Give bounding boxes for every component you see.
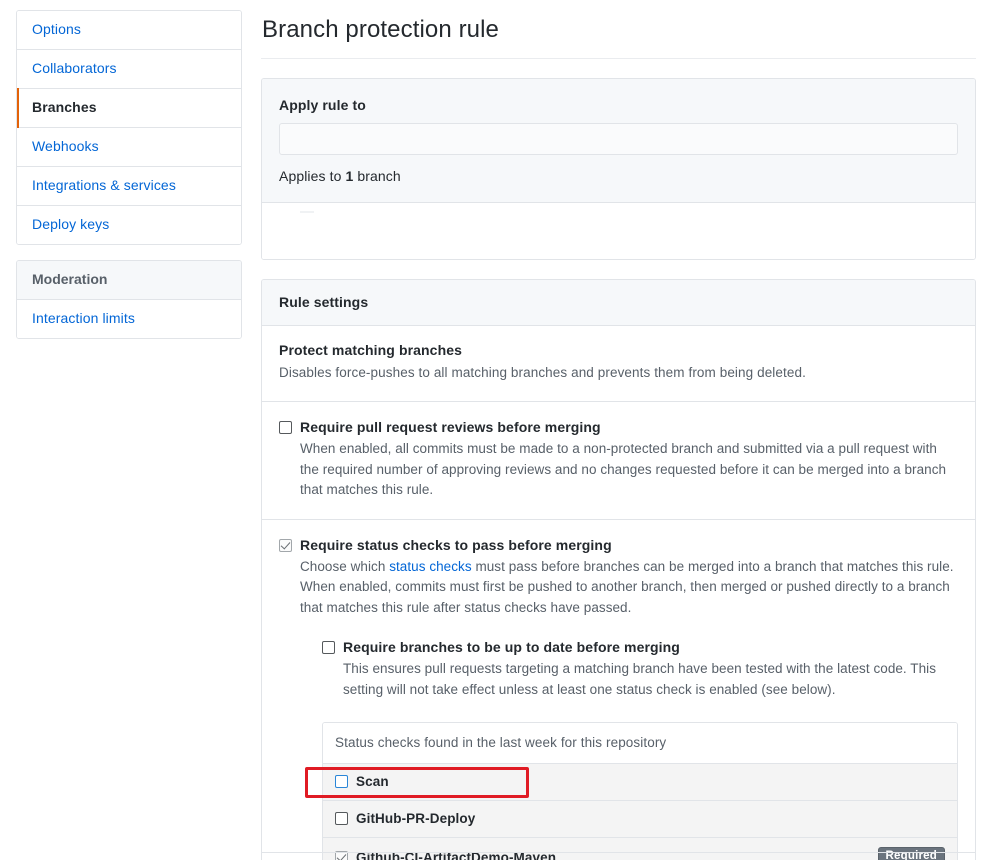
status-checks-list-header: Status checks found in the last week for… bbox=[323, 723, 957, 764]
status-check-row-github-pr-deploy[interactable]: GitHub-PR-Deploy bbox=[323, 801, 957, 838]
status-checks-desc-part1: Choose which bbox=[300, 559, 389, 574]
require-pull-request-reviews-content: Require pull request reviews before merg… bbox=[300, 418, 958, 501]
page-title: Branch protection rule bbox=[261, 0, 976, 59]
status-check-name-scan: Scan bbox=[356, 774, 389, 789]
sidebar-item-deploy-keys[interactable]: Deploy keys bbox=[17, 206, 241, 244]
sidebar-item-integrations-services[interactable]: Integrations & services bbox=[17, 167, 241, 206]
settings-sidebar: Options Collaborators Branches Webhooks … bbox=[16, 10, 242, 339]
require-pull-request-reviews-description: When enabled, all commits must be made t… bbox=[300, 439, 958, 501]
require-branches-up-to-date-checkbox[interactable] bbox=[322, 641, 335, 654]
require-status-checks-checkbox[interactable] bbox=[279, 539, 292, 552]
sidebar-group-repository: Options Collaborators Branches Webhooks … bbox=[16, 10, 242, 245]
sidebar-item-branches[interactable]: Branches bbox=[17, 89, 241, 128]
require-pull-request-reviews-label[interactable]: Require pull request reviews before merg… bbox=[300, 418, 958, 437]
sidebar-group-moderation: Moderation Interaction limits bbox=[16, 260, 242, 339]
require-branches-up-to-date-content: Require branches to be up to date before… bbox=[343, 638, 958, 700]
require-status-checks-description: Choose which status checks must pass bef… bbox=[300, 557, 958, 619]
require-status-checks-content: Require status checks to pass before mer… bbox=[300, 536, 958, 860]
status-badge-required[interactable]: Required bbox=[878, 847, 945, 860]
apply-rule-panel: Apply rule to Applies to 1 branch bbox=[261, 78, 976, 260]
sidebar-item-interaction-limits[interactable]: Interaction limits bbox=[17, 300, 241, 338]
faint-artifact bbox=[300, 211, 314, 213]
require-status-checks-label[interactable]: Require status checks to pass before mer… bbox=[300, 536, 958, 555]
require-branches-up-to-date-row[interactable]: Require branches to be up to date before… bbox=[322, 638, 958, 700]
apply-rule-title: Apply rule to bbox=[279, 97, 958, 113]
require-pull-request-reviews-checkbox[interactable] bbox=[279, 421, 292, 434]
status-checks-list: Status checks found in the last week for… bbox=[322, 722, 958, 860]
main-content: Branch protection rule Apply rule to App… bbox=[261, 0, 976, 860]
require-branches-up-to-date-description: This ensures pull requests targeting a m… bbox=[343, 659, 958, 700]
status-check-checkbox-github-pr-deploy[interactable] bbox=[335, 812, 348, 825]
status-check-name-github-pr-deploy: GitHub-PR-Deploy bbox=[356, 811, 475, 826]
apply-rule-body bbox=[262, 203, 975, 259]
sidebar-item-collaborators[interactable]: Collaborators bbox=[17, 50, 241, 89]
status-check-checkbox-scan[interactable] bbox=[335, 775, 348, 788]
sidebar-group-heading-moderation: Moderation bbox=[17, 261, 241, 300]
protect-matching-branches-section: Protect matching branches Disables force… bbox=[262, 326, 975, 402]
require-status-checks-row[interactable]: Require status checks to pass before mer… bbox=[279, 536, 958, 860]
rule-settings-header: Rule settings bbox=[262, 280, 975, 326]
branch-name-pattern-input[interactable] bbox=[279, 123, 958, 155]
rule-settings-title: Rule settings bbox=[279, 294, 958, 310]
require-pull-request-reviews-row[interactable]: Require pull request reviews before merg… bbox=[279, 418, 958, 501]
protect-matching-branches-description: Disables force-pushes to all matching br… bbox=[279, 363, 958, 383]
status-check-row-github-ci-artifactdemo-maven[interactable]: Github-CI-ArtifactDemo-Maven Required bbox=[323, 838, 957, 860]
settings-page: Options Collaborators Branches Webhooks … bbox=[0, 0, 997, 860]
rule-settings-panel: Rule settings Protect matching branches … bbox=[261, 279, 976, 860]
applies-to-prefix: Applies to bbox=[279, 168, 345, 184]
status-check-row-scan[interactable]: Scan bbox=[323, 764, 957, 801]
sidebar-item-options[interactable]: Options bbox=[17, 11, 241, 50]
require-branches-up-to-date-label[interactable]: Require branches to be up to date before… bbox=[343, 638, 958, 657]
apply-rule-header: Apply rule to Applies to 1 branch bbox=[262, 79, 975, 203]
applies-to-suffix: branch bbox=[353, 168, 400, 184]
require-pull-request-reviews-section: Require pull request reviews before merg… bbox=[262, 402, 975, 520]
status-checks-link[interactable]: status checks bbox=[389, 559, 471, 574]
protect-matching-branches-title: Protect matching branches bbox=[279, 342, 958, 358]
applies-to-note: Applies to 1 branch bbox=[279, 168, 958, 184]
bottom-divider bbox=[261, 852, 976, 853]
sidebar-item-webhooks[interactable]: Webhooks bbox=[17, 128, 241, 167]
require-status-checks-section: Require status checks to pass before mer… bbox=[262, 520, 975, 860]
